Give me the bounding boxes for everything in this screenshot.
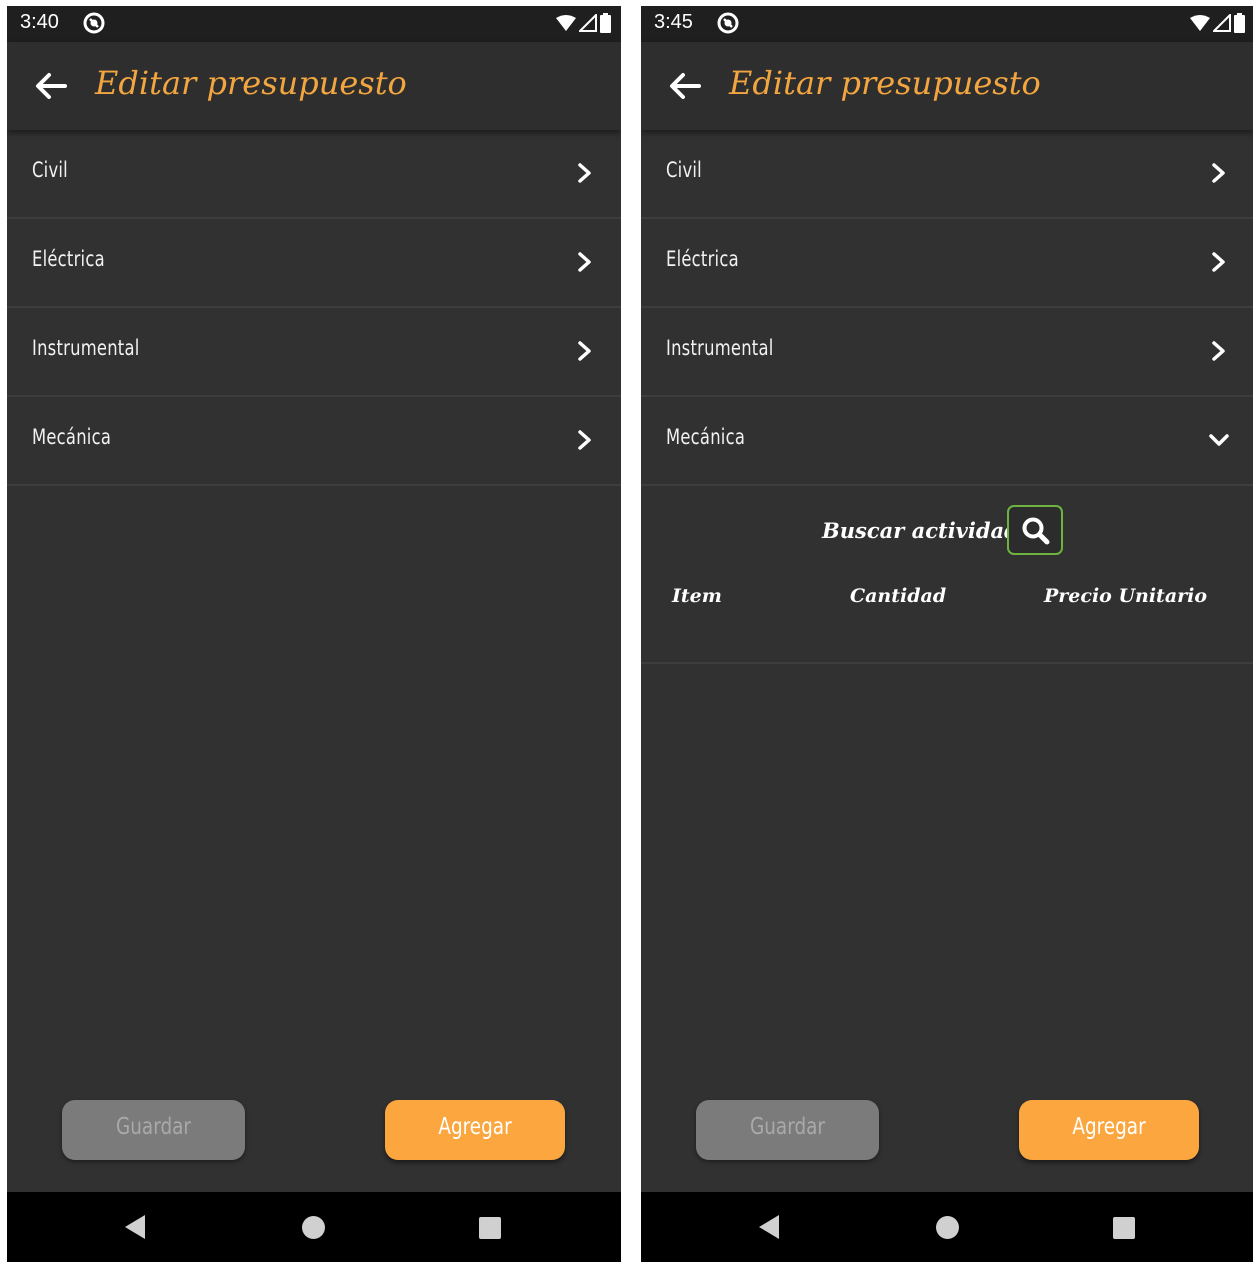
status-time: 3:40 <box>20 11 59 33</box>
status-bar: 3:45 <box>641 6 1253 42</box>
signal-icon <box>579 14 597 32</box>
save-button-label: Guardar <box>116 1114 191 1140</box>
column-header-unit-price: Precio Unitario <box>1044 585 1208 607</box>
add-button-label: Agregar <box>438 1114 512 1140</box>
column-header-item: Item <box>672 585 722 607</box>
add-button[interactable]: Agregar <box>1019 1100 1199 1160</box>
section-label: Mecánica <box>32 425 112 449</box>
status-icons <box>1190 13 1245 33</box>
search-label: Buscar actividad <box>822 518 1019 543</box>
save-button-label: Guardar <box>750 1114 825 1140</box>
battery-icon <box>1234 13 1245 33</box>
save-button[interactable]: Guardar <box>62 1100 245 1160</box>
chevron-right-icon <box>578 341 591 361</box>
add-button[interactable]: Agregar <box>385 1100 565 1160</box>
section-item-instrumental[interactable]: Instrumental <box>7 308 621 397</box>
search-button[interactable] <box>1007 505 1063 555</box>
section-item-mecanica[interactable]: Mecánica <box>641 397 1253 486</box>
mecanica-panel: Buscar actividad Item Cantidad Precio Un… <box>641 486 1253 664</box>
phone-screen-right: 3:45 Editar presupuesto Civil Eléctrica … <box>641 6 1253 1262</box>
battery-icon <box>600 13 611 33</box>
section-item-electrica[interactable]: Eléctrica <box>641 219 1253 308</box>
system-nav-bar <box>7 1192 621 1262</box>
wifi-icon <box>556 15 576 31</box>
section-label: Civil <box>32 158 68 182</box>
section-label: Instrumental <box>32 336 140 360</box>
section-label: Mecánica <box>666 425 746 449</box>
notification-icon <box>717 12 739 34</box>
page-title: Editar presupuesto <box>729 64 1041 102</box>
section-list: Civil Eléctrica Instrumental Mecánica Bu… <box>641 130 1253 664</box>
status-time: 3:45 <box>654 11 693 33</box>
arrow-left-icon[interactable] <box>33 70 69 102</box>
nav-recents-icon[interactable] <box>479 1217 501 1239</box>
save-button[interactable]: Guardar <box>696 1100 879 1160</box>
nav-home-icon[interactable] <box>936 1216 959 1239</box>
app-bar: Editar presupuesto <box>641 42 1253 130</box>
nav-home-icon[interactable] <box>302 1216 325 1239</box>
add-button-label: Agregar <box>1072 1114 1146 1140</box>
chevron-right-icon <box>578 252 591 272</box>
system-nav-bar <box>641 1192 1253 1262</box>
chevron-right-icon <box>1212 252 1225 272</box>
nav-back-icon[interactable] <box>123 1214 147 1240</box>
section-item-mecanica[interactable]: Mecánica <box>7 397 621 486</box>
section-item-instrumental[interactable]: Instrumental <box>641 308 1253 397</box>
arrow-left-icon[interactable] <box>667 70 703 102</box>
chevron-right-icon <box>578 163 591 183</box>
wifi-icon <box>1190 15 1210 31</box>
column-header-quantity: Cantidad <box>850 585 947 607</box>
section-list: Civil Eléctrica Instrumental Mecánica <box>7 130 621 486</box>
section-item-civil[interactable]: Civil <box>641 130 1253 219</box>
section-item-civil[interactable]: Civil <box>7 130 621 219</box>
nav-back-icon[interactable] <box>757 1214 781 1240</box>
section-label: Eléctrica <box>666 247 739 271</box>
chevron-right-icon <box>1212 341 1225 361</box>
section-item-electrica[interactable]: Eléctrica <box>7 219 621 308</box>
section-label: Civil <box>666 158 702 182</box>
app-bar: Editar presupuesto <box>7 42 621 130</box>
section-label: Eléctrica <box>32 247 105 271</box>
search-icon <box>1022 517 1050 545</box>
section-label: Instrumental <box>666 336 774 360</box>
phone-screen-left: 3:40 Editar presupuesto Civil Eléctrica … <box>7 6 621 1262</box>
page-title: Editar presupuesto <box>95 64 407 102</box>
status-icons <box>556 13 611 33</box>
nav-recents-icon[interactable] <box>1113 1217 1135 1239</box>
search-row: Buscar actividad <box>641 505 1253 561</box>
chevron-down-icon <box>1209 434 1229 446</box>
notification-icon <box>83 12 105 34</box>
chevron-right-icon <box>1212 163 1225 183</box>
chevron-right-icon <box>578 430 591 450</box>
status-bar: 3:40 <box>7 6 621 42</box>
signal-icon <box>1213 14 1231 32</box>
